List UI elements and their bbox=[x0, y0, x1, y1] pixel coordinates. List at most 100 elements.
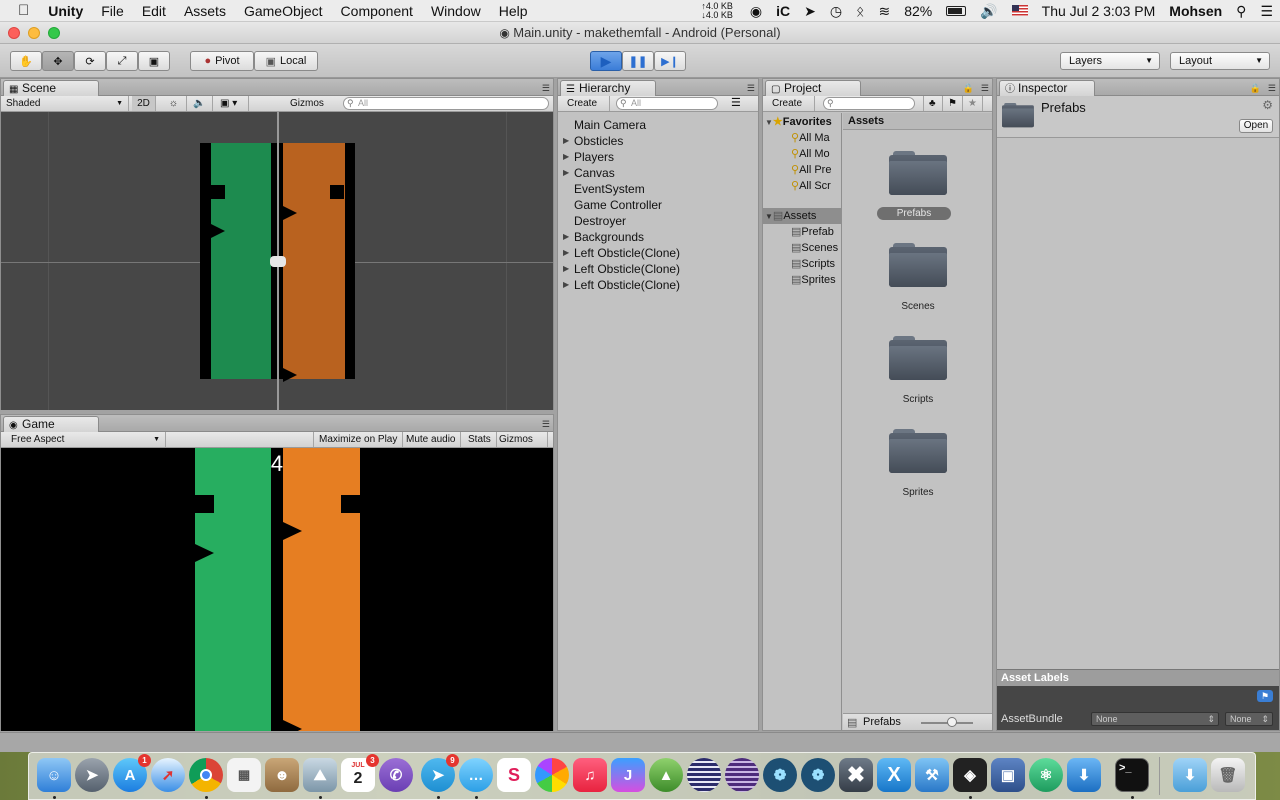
favorite-item[interactable]: ⚲All Scr bbox=[791, 178, 831, 194]
favorites-node[interactable]: ▼★Favorites bbox=[765, 114, 832, 130]
move-tool-button[interactable]: ✥ bbox=[42, 51, 74, 71]
pivot-toggle[interactable]: ● Pivot bbox=[190, 51, 254, 71]
hierarchy-item[interactable]: ▶ Backgrounds bbox=[558, 229, 644, 245]
game-gizmos-dropdown[interactable]: Gizmos ▼ bbox=[494, 432, 548, 459]
scene-panel-menu-icon[interactable]: ☰ bbox=[542, 83, 550, 94]
hand-tool-button[interactable]: ✋ bbox=[10, 51, 42, 71]
hierarchy-item[interactable]: ▶ Obsticles bbox=[558, 133, 623, 149]
contacts-icon[interactable]: ☻ bbox=[265, 758, 299, 792]
asset-tree-item[interactable]: ▤Prefab bbox=[791, 224, 834, 240]
favorite-item[interactable]: ⚲All Ma bbox=[791, 130, 830, 146]
project-tab[interactable]: ▢ Project bbox=[765, 80, 861, 96]
terminal-icon[interactable]: >_ bbox=[1115, 758, 1149, 792]
shading-dropdown[interactable]: Shaded ▼ bbox=[1, 96, 129, 111]
location-icon[interactable]: ➤ bbox=[797, 3, 823, 20]
asset-tree-item[interactable]: ▤Scenes bbox=[791, 240, 838, 256]
eclipse-icon[interactable] bbox=[687, 758, 721, 792]
calendar-icon[interactable]: JUL 2 3 bbox=[341, 754, 379, 792]
virtualbox-icon[interactable]: ▣ bbox=[991, 758, 1025, 792]
asset-labels-header[interactable]: Asset Labels bbox=[997, 669, 1279, 686]
asset-tree-item[interactable]: ▤Scripts bbox=[791, 256, 835, 272]
messages-icon[interactable]: … bbox=[459, 758, 493, 792]
x-app-icon[interactable]: ✖ bbox=[839, 758, 873, 792]
preview-icon[interactable]: ⛰ bbox=[303, 758, 337, 792]
search-by-label-icon[interactable]: ⚑ bbox=[943, 96, 963, 111]
hierarchy-item[interactable]: Destroyer bbox=[558, 213, 626, 229]
hierarchy-item[interactable]: ▶ Left Obsticle(Clone) bbox=[558, 245, 680, 261]
layout-dropdown[interactable]: Layout ▼ bbox=[1170, 52, 1270, 70]
hierarchy-tab[interactable]: ☰ Hierarchy bbox=[560, 80, 656, 96]
project-panel-menu-icon[interactable]: ☰ bbox=[981, 83, 989, 94]
ic-icon[interactable]: iC bbox=[769, 3, 797, 19]
inspector-panel-menu-icon[interactable]: ☰ bbox=[1268, 83, 1276, 94]
unity-cloud-icon[interactable]: ◉ bbox=[743, 3, 769, 20]
folder-label-scenes[interactable]: Scenes bbox=[878, 301, 958, 312]
battery-percent[interactable]: 82% bbox=[897, 3, 939, 19]
scene-spike-obstacle[interactable] bbox=[211, 224, 225, 238]
scene-spike-obstacle[interactable] bbox=[283, 206, 297, 220]
search-by-type-icon[interactable]: ♣ bbox=[923, 96, 943, 111]
scene-green-lane[interactable] bbox=[211, 143, 271, 379]
inspector-lock-icon[interactable]: 🔒 bbox=[1250, 83, 1261, 94]
scene-viewport[interactable] bbox=[1, 112, 553, 410]
downloads-folder-icon[interactable]: ⬇ bbox=[1173, 758, 1207, 792]
finder-icon[interactable]: ☺ bbox=[37, 758, 71, 792]
expand-arrow-icon[interactable]: ▶ bbox=[563, 261, 569, 277]
notification-center-icon[interactable]: ☰ bbox=[1253, 3, 1280, 20]
game-tab[interactable]: ◉ Game bbox=[3, 416, 99, 432]
layers-dropdown[interactable]: Layers ▼ bbox=[1060, 52, 1160, 70]
scene-square-obstacle[interactable] bbox=[211, 185, 225, 199]
menu-file[interactable]: File bbox=[92, 3, 133, 19]
hierarchy-item[interactable]: ▶ Left Obsticle(Clone) bbox=[558, 261, 680, 277]
hierarchy-item[interactable]: ▶ Canvas bbox=[558, 165, 615, 181]
expand-arrow-icon[interactable]: ▶ bbox=[563, 133, 569, 149]
scenes-folder-icon[interactable] bbox=[889, 243, 947, 291]
eclipse-alt-icon[interactable] bbox=[725, 758, 759, 792]
minimize-window-button[interactable] bbox=[28, 27, 40, 39]
stats-toggle[interactable]: Stats bbox=[463, 432, 497, 447]
hierarchy-item[interactable]: Main Camera bbox=[558, 117, 646, 133]
menu-assets[interactable]: Assets bbox=[175, 3, 235, 19]
scene-gizmos-dropdown[interactable]: Gizmos ▼ bbox=[285, 96, 337, 123]
close-window-button[interactable] bbox=[8, 27, 20, 39]
user-name[interactable]: Mohsen bbox=[1162, 3, 1229, 19]
scene-search-input[interactable]: ⚲ All bbox=[343, 97, 549, 110]
folder-label-sprites[interactable]: Sprites bbox=[878, 487, 958, 498]
hierarchy-panel-menu-icon[interactable]: ☰ bbox=[747, 83, 755, 94]
safari-icon[interactable]: ➚ bbox=[151, 758, 185, 792]
photos-icon[interactable] bbox=[535, 758, 569, 792]
hierarchy-item[interactable]: ▶ Players bbox=[558, 149, 614, 165]
hierarchy-create-dropdown[interactable]: Create ▼ bbox=[562, 96, 610, 123]
label-tag-icon[interactable]: ⚑ bbox=[1257, 690, 1273, 702]
rotate-tool-button[interactable]: ⟳ bbox=[74, 51, 106, 71]
menu-help[interactable]: Help bbox=[490, 3, 537, 19]
expand-arrow-icon[interactable]: ▶ bbox=[563, 277, 569, 293]
aspect-dropdown[interactable]: Free Aspect ▼ bbox=[6, 432, 166, 447]
mute-audio-toggle[interactable]: Mute audio bbox=[401, 432, 462, 447]
scene-tab[interactable]: ▦ Scene bbox=[3, 80, 99, 96]
save-search-icon[interactable]: ★ bbox=[963, 96, 983, 111]
assets-root-node[interactable]: ▼▤Assets bbox=[763, 208, 841, 224]
scene-square-obstacle[interactable] bbox=[330, 185, 344, 199]
menu-gameobject[interactable]: GameObject bbox=[235, 3, 332, 19]
scripts-folder-icon[interactable] bbox=[889, 336, 947, 384]
unity-icon[interactable]: ◈ bbox=[953, 758, 987, 792]
game-panel-menu-icon[interactable]: ☰ bbox=[542, 419, 550, 430]
expand-arrow-icon[interactable]: ▶ bbox=[563, 149, 569, 165]
input-flag-icon[interactable] bbox=[1005, 3, 1035, 19]
xcode-icon[interactable]: ⚒ bbox=[915, 758, 949, 792]
hierarchy-filter-icon[interactable]: ☰ bbox=[726, 96, 754, 111]
slack-icon[interactable]: S bbox=[497, 758, 531, 792]
sprites-folder-icon[interactable] bbox=[889, 429, 947, 477]
variant-dropdown[interactable]: None ⇕ bbox=[1225, 712, 1273, 726]
zoom-window-button[interactable] bbox=[48, 27, 60, 39]
open-button[interactable]: Open bbox=[1239, 119, 1273, 133]
folder-label-prefabs[interactable]: Prefabs bbox=[877, 207, 951, 220]
aperture-app-alt-icon[interactable]: ❁ bbox=[801, 758, 835, 792]
menu-window[interactable]: Window bbox=[422, 3, 490, 19]
lighting-toggle-icon[interactable]: ☼ bbox=[161, 96, 187, 111]
spotlight-icon[interactable]: ⚲ bbox=[1229, 3, 1253, 20]
icon-size-slider-thumb[interactable] bbox=[947, 717, 957, 727]
volume-icon[interactable]: 🔊 bbox=[973, 3, 1004, 20]
favorite-item[interactable]: ⚲All Pre bbox=[791, 162, 831, 178]
